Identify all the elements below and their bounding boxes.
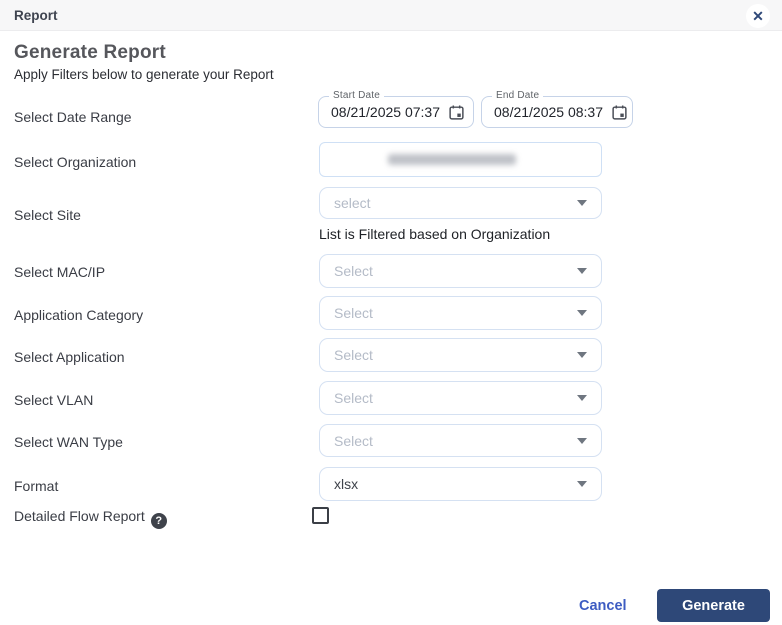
wan-type-select-placeholder: Select (334, 433, 577, 449)
vlan-select-placeholder: Select (334, 390, 577, 406)
site-filter-note: List is Filtered based on Organization (319, 226, 550, 242)
dialog-header: Report (0, 0, 782, 31)
date-range-label: Select Date Range (14, 109, 132, 125)
vlan-label: Select VLAN (14, 392, 93, 408)
site-select-placeholder: select (334, 195, 577, 211)
application-select-placeholder: Select (334, 347, 577, 363)
mac-ip-select[interactable]: Select (319, 254, 602, 288)
chevron-down-icon (577, 395, 587, 401)
help-icon[interactable]: ? (151, 513, 167, 529)
chevron-down-icon (577, 481, 587, 487)
chevron-down-icon (577, 310, 587, 316)
close-icon[interactable]: ✕ (746, 4, 770, 28)
chevron-down-icon (577, 268, 587, 274)
end-date-floating-label: End Date (492, 90, 543, 101)
app-category-label: Application Category (14, 307, 143, 323)
organization-label: Select Organization (14, 154, 136, 170)
wan-type-label: Select WAN Type (14, 434, 123, 450)
application-select[interactable]: Select (319, 338, 602, 372)
organization-redacted-value (388, 154, 516, 165)
detailed-flow-label: Detailed Flow Report? (14, 508, 167, 529)
app-category-select-placeholder: Select (334, 305, 577, 321)
page-title: Generate Report (14, 42, 166, 64)
mac-ip-label: Select MAC/IP (14, 264, 105, 280)
site-select[interactable]: select (319, 187, 602, 219)
mac-ip-select-placeholder: Select (334, 263, 577, 279)
generate-button[interactable]: Generate (657, 589, 770, 622)
format-label: Format (14, 478, 58, 494)
organization-field[interactable] (319, 142, 602, 177)
calendar-icon[interactable] (448, 104, 465, 121)
chevron-down-icon (577, 200, 587, 206)
detailed-flow-checkbox[interactable] (312, 507, 329, 524)
chevron-down-icon (577, 352, 587, 358)
end-date-value: 08/21/2025 08:37 (494, 104, 603, 120)
page-subtitle: Apply Filters below to generate your Rep… (14, 67, 274, 82)
calendar-icon[interactable] (611, 104, 628, 121)
start-date-field[interactable]: Start Date 08/21/2025 07:37 (318, 96, 474, 128)
end-date-field[interactable]: End Date 08/21/2025 08:37 (481, 96, 633, 128)
cancel-button[interactable]: Cancel (579, 598, 627, 614)
wan-type-select[interactable]: Select (319, 424, 602, 457)
start-date-floating-label: Start Date (329, 90, 384, 101)
start-date-value: 08/21/2025 07:37 (331, 104, 440, 120)
chevron-down-icon (577, 438, 587, 444)
format-select-value: xlsx (334, 476, 577, 492)
dialog-title: Report (14, 8, 58, 23)
vlan-select[interactable]: Select (319, 381, 602, 415)
application-label: Select Application (14, 349, 125, 365)
app-category-select[interactable]: Select (319, 296, 602, 330)
format-select[interactable]: xlsx (319, 467, 602, 501)
site-label: Select Site (14, 207, 81, 223)
